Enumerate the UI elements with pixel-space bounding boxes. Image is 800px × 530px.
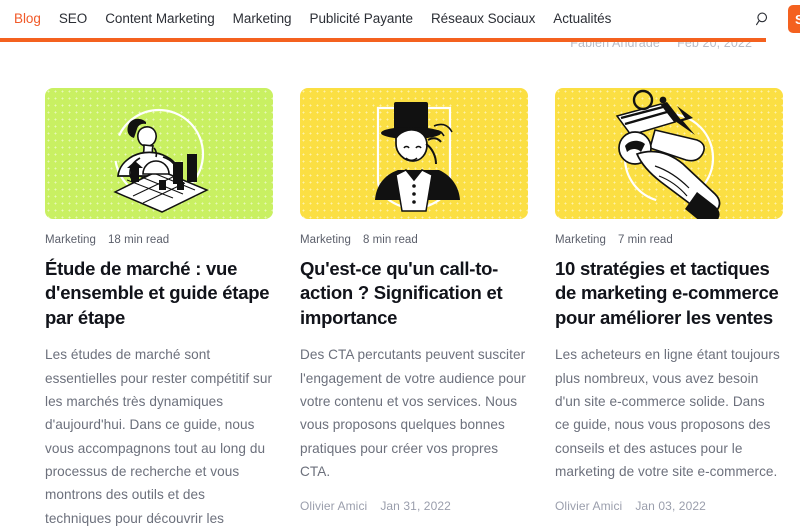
nav-right-controls: S — [750, 0, 800, 38]
article-date: Jan 03, 2022 — [635, 499, 706, 514]
article-excerpt: Des CTA percutants peuvent susciter l'en… — [300, 347, 526, 480]
article-read-time: 7 min read — [617, 234, 673, 246]
nav-item-marketing[interactable]: Marketing — [224, 0, 301, 38]
article-card[interactable]: Marketing 18 min read Étude de marché : … — [45, 88, 273, 530]
article-excerpt: Les acheteurs en ligne étant toujours pl… — [555, 347, 780, 480]
article-read-time: 8 min read — [362, 234, 418, 246]
nav-item-seo[interactable]: SEO — [50, 0, 96, 38]
article-thumbnail[interactable] — [45, 88, 273, 219]
signup-cta-button[interactable]: S — [788, 5, 800, 33]
top-navigation: Blog SEO Content Marketing Marketing Pub… — [0, 0, 800, 42]
nav-item-reseaux-sociaux[interactable]: Réseaux Sociaux — [422, 0, 544, 38]
person-analyzing-market-chart-illustration — [113, 108, 209, 213]
article-author[interactable]: Olivier Amici — [555, 499, 622, 513]
nav-items-container: Blog SEO Content Marketing Marketing Pub… — [0, 0, 800, 38]
blog-listing-page: Fabien Andrade Feb 20, 2022 Blog SEO Con… — [0, 0, 800, 530]
article-meta: Marketing 8 min read — [300, 234, 528, 246]
article-category[interactable]: Marketing — [555, 234, 606, 246]
article-title[interactable]: 10 stratégies et tactiques de marketing … — [555, 257, 783, 330]
article-thumbnail[interactable] — [555, 88, 783, 219]
article-meta: Marketing 7 min read — [555, 234, 783, 246]
article-card[interactable]: Marketing 8 min read Qu'est-ce qu'un cal… — [300, 88, 528, 530]
article-read-time: 18 min read — [107, 234, 170, 246]
article-date: Jan 31, 2022 — [380, 499, 451, 514]
nav-accent-underline — [0, 38, 766, 42]
article-author[interactable]: Olivier Amici — [300, 499, 367, 513]
hand-holding-card-lightning-illustration — [615, 89, 721, 219]
article-category[interactable]: Marketing — [300, 234, 351, 246]
article-byline: Olivier Amici Jan 03, 2022 — [555, 499, 783, 513]
nav-item-content-marketing[interactable]: Content Marketing — [96, 0, 223, 38]
article-title[interactable]: Étude de marché : vue d'ensemble et guid… — [45, 257, 273, 330]
article-excerpt: Les études de marché sont essentielles p… — [45, 347, 273, 526]
article-meta: Marketing 18 min read — [45, 234, 273, 246]
article-category[interactable]: Marketing — [45, 234, 96, 246]
nav-item-actualites[interactable]: Actualités — [544, 0, 620, 38]
article-card[interactable]: Marketing 7 min read 10 stratégies et ta… — [555, 88, 783, 530]
article-thumbnail[interactable] — [300, 88, 528, 219]
article-byline: Olivier Amici Jan 31, 2022 — [300, 499, 528, 513]
search-icon[interactable] — [750, 6, 776, 32]
nav-item-publicite-payante[interactable]: Publicité Payante — [301, 0, 422, 38]
article-title[interactable]: Qu'est-ce qu'un call-to-action ? Signifi… — [300, 257, 528, 330]
article-cards-grid: Marketing 18 min read Étude de marché : … — [0, 88, 800, 530]
magician-top-hat-illustration — [375, 102, 460, 212]
nav-item-blog[interactable]: Blog — [5, 0, 50, 38]
